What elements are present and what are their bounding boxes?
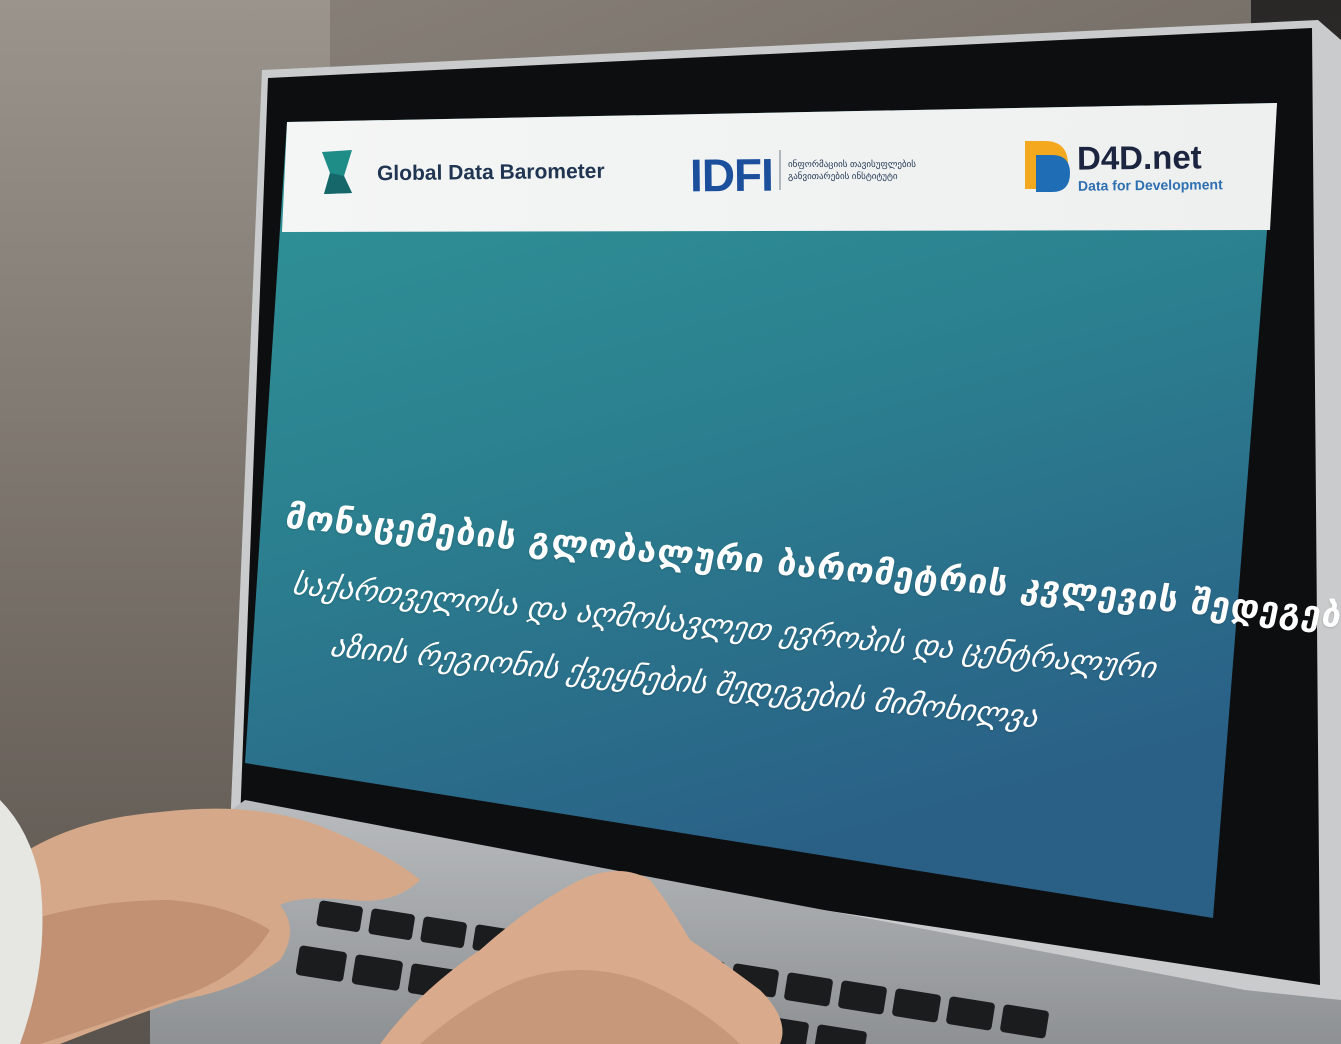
gdb-logo-label: Global Data Barometer <box>376 159 605 186</box>
d4d-logo-title: D4D.net <box>1076 138 1202 177</box>
d4d-logo-subtitle: Data for Development <box>1077 176 1223 194</box>
d4d-logo-icon <box>1025 141 1070 192</box>
idfi-logo-text: IDFI <box>689 148 774 202</box>
idfi-logo-subtext: ინფორმაციის თავისუფლების განვითარების ინ… <box>788 159 917 181</box>
photo-scene: Global Data Barometer IDFI ინფორმაციის თ… <box>0 0 1341 1044</box>
